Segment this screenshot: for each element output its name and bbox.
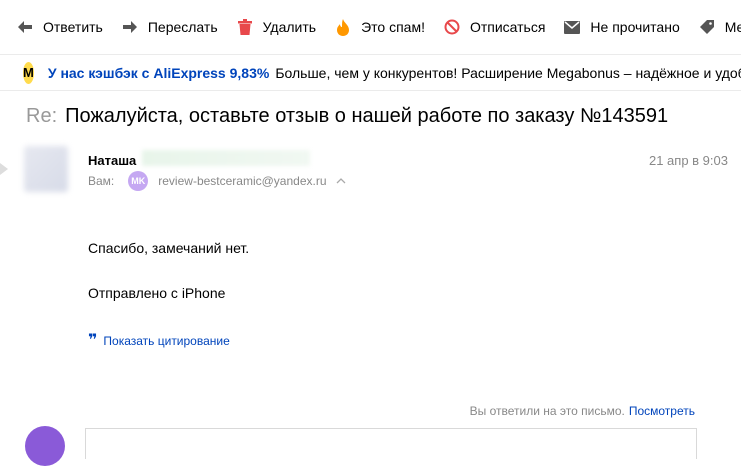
forward-button[interactable]: Переслать: [121, 12, 218, 42]
user-avatar: [25, 426, 65, 466]
fire-icon: [334, 18, 352, 36]
subject-text: Пожалуйста, оставьте отзыв о нашей работ…: [65, 105, 669, 127]
mark-unread-label: Не прочитано: [590, 19, 680, 35]
promo-banner[interactable]: M У нас кэшбэк с AliExpress 9,83% Больше…: [0, 55, 741, 91]
mark-unread-button[interactable]: Не прочитано: [563, 12, 680, 42]
collapse-arrow-icon[interactable]: [0, 163, 8, 175]
replied-notice: Вы ответили на это письмо. Посмотреть: [470, 404, 695, 418]
spam-button[interactable]: Это спам!: [334, 12, 425, 42]
unsubscribe-button[interactable]: Отписаться: [443, 12, 545, 42]
message-subject: Re: Пожалуйста, оставьте отзыв о нашей ра…: [26, 105, 668, 128]
quote-icon: ❞: [88, 332, 98, 349]
megabonus-logo: M: [23, 61, 34, 84]
recipient-email[interactable]: review-bestceramic@yandex.ru: [158, 174, 326, 188]
reply-label: Ответить: [43, 19, 103, 35]
spam-label: Это спам!: [361, 19, 425, 35]
promo-title[interactable]: У нас кэшбэк с AliExpress 9,83%: [48, 65, 269, 81]
sender-avatar[interactable]: [24, 146, 68, 192]
no-entry-icon: [443, 18, 461, 36]
forward-arrow-icon: [121, 18, 139, 36]
chevron-up-icon[interactable]: [336, 176, 346, 187]
body-line-2: Отправлено с iPhone: [88, 285, 226, 301]
unsubscribe-label: Отписаться: [469, 19, 546, 35]
forward-label: Переслать: [147, 19, 218, 35]
delete-label: Удалить: [262, 19, 317, 35]
show-quote-link[interactable]: ❞ Показать цитирование: [88, 332, 230, 349]
trash-icon: [236, 18, 254, 36]
replied-text: Вы ответили на это письмо.: [469, 404, 625, 418]
message-date: 21 апр в 9:03: [648, 153, 728, 168]
reply-button[interactable]: Ответить: [16, 12, 103, 42]
envelope-icon: [563, 18, 581, 36]
sender-name[interactable]: Наташа: [88, 153, 136, 168]
promo-text: Больше, чем у конкурентов! Расширение Me…: [275, 64, 741, 81]
to-label: Вам:: [88, 174, 115, 188]
reply-arrow-icon: [16, 18, 34, 36]
label-label: Метка: [724, 19, 741, 35]
view-reply-link[interactable]: Посмотреть: [629, 404, 695, 418]
recipients-row: Вам: MK review-bestceramic@yandex.ru: [88, 171, 346, 191]
recipient-avatar: MK: [128, 171, 149, 191]
label-button[interactable]: Метка: [698, 12, 741, 42]
message-toolbar: Ответить Переслать Удалить Это спам! Отп…: [0, 0, 741, 55]
quick-reply-box[interactable]: [85, 428, 697, 459]
tag-icon: [698, 18, 716, 36]
subject-prefix: Re:: [26, 105, 58, 127]
sender-email-redacted: [142, 150, 310, 166]
delete-button[interactable]: Удалить: [236, 12, 316, 42]
body-line-1: Спасибо, замечаний нет.: [88, 240, 250, 256]
show-quote-label: Показать цитирование: [103, 334, 230, 348]
